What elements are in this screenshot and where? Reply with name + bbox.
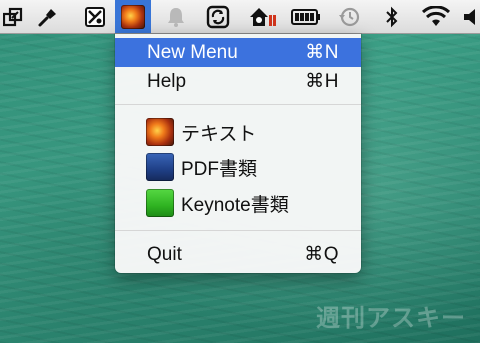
menu-item-label: New Menu bbox=[147, 41, 238, 63]
menu-item-quit[interactable]: Quit ⌘Q bbox=[115, 240, 361, 269]
resize-window-icon[interactable] bbox=[0, 0, 26, 33]
keynote-doc-icon bbox=[146, 189, 174, 217]
app-menu-icon[interactable] bbox=[115, 0, 151, 33]
text-doc-icon bbox=[146, 118, 174, 146]
watermark-logo: 週刊アスキー bbox=[316, 304, 466, 332]
menu-item-label: Quit bbox=[147, 243, 182, 265]
scissor-tool-icon[interactable] bbox=[80, 0, 110, 33]
notification-bell-icon[interactable] bbox=[160, 0, 192, 33]
menu-item-keynote[interactable]: Keynote書類 bbox=[115, 187, 361, 219]
sync-app-icon[interactable] bbox=[202, 0, 234, 33]
pen-tool-icon[interactable] bbox=[32, 0, 62, 33]
app-dropdown-menu: New Menu ⌘N Help ⌘H テキスト PDF書類 Keynote書類… bbox=[115, 34, 361, 273]
menu-item-new-menu[interactable]: New Menu ⌘N bbox=[115, 38, 361, 67]
menu-separator bbox=[115, 230, 361, 231]
menu-item-shortcut: ⌘H bbox=[305, 71, 339, 92]
menu-bar bbox=[0, 0, 480, 34]
menu-item-pdf[interactable]: PDF書類 bbox=[115, 151, 361, 183]
menu-item-shortcut: ⌘Q bbox=[304, 244, 339, 265]
menu-item-text[interactable]: テキスト bbox=[115, 116, 361, 148]
bluetooth-icon[interactable] bbox=[380, 0, 404, 33]
volume-icon[interactable] bbox=[462, 0, 480, 33]
wifi-icon[interactable] bbox=[418, 0, 454, 33]
menu-item-label: Keynote書類 bbox=[181, 194, 289, 216]
home-recording-icon[interactable] bbox=[244, 0, 280, 33]
battery-icon[interactable] bbox=[290, 0, 322, 33]
menu-item-label: テキスト bbox=[181, 123, 257, 145]
menu-item-help[interactable]: Help ⌘H bbox=[115, 67, 361, 96]
menu-separator bbox=[115, 104, 361, 105]
menu-item-label: Help bbox=[147, 70, 187, 92]
pdf-doc-icon bbox=[146, 153, 174, 181]
menu-item-shortcut: ⌘N bbox=[305, 42, 339, 63]
menu-item-label: PDF書類 bbox=[181, 158, 258, 180]
time-machine-icon[interactable] bbox=[334, 0, 364, 33]
